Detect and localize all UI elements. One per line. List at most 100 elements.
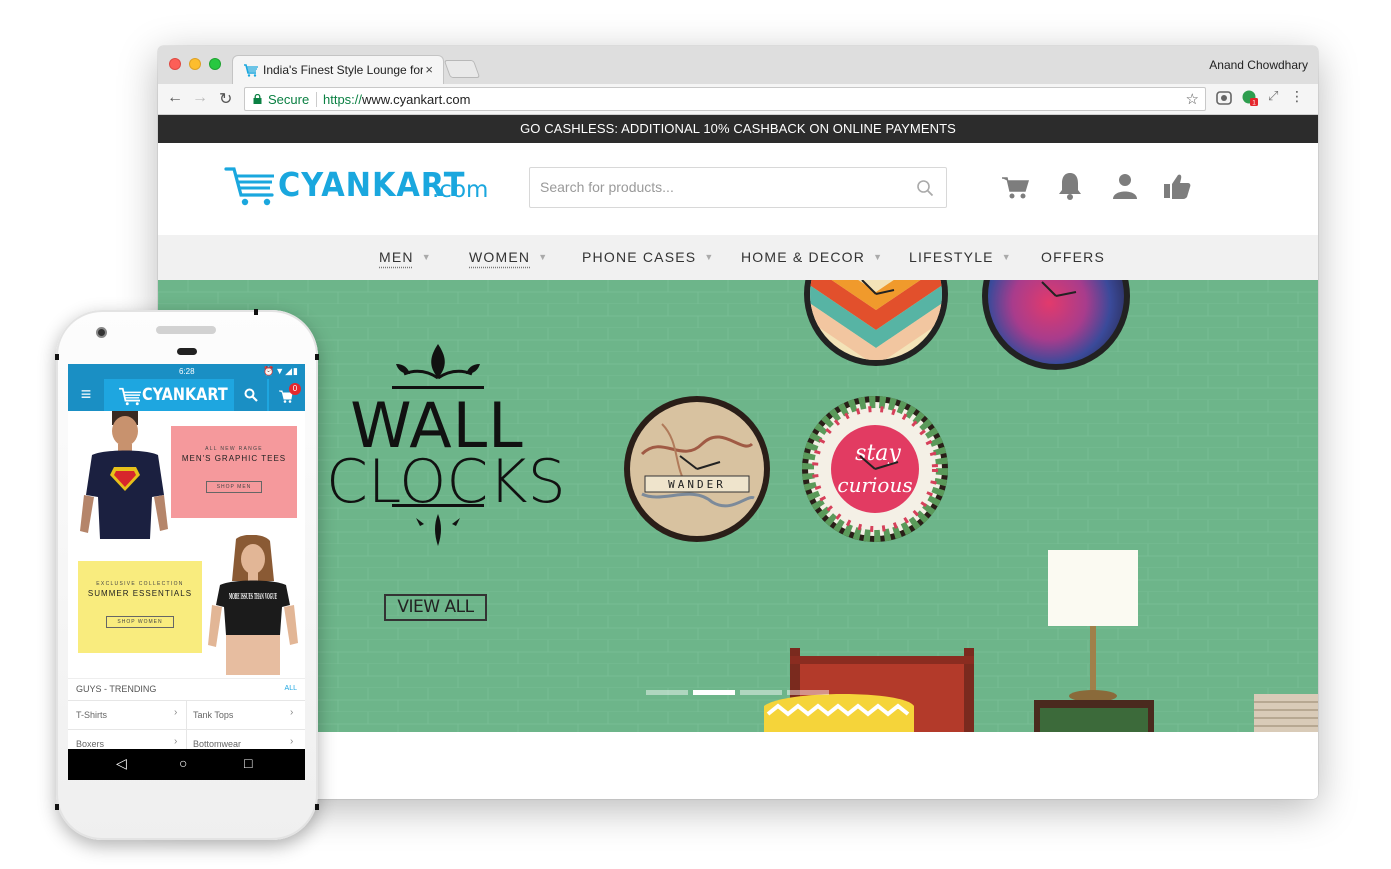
summer-essentials-banner[interactable]: EXCLUSIVE COLLECTION SUMMER ESSENTIALS S… <box>78 561 202 653</box>
mobile-logo[interactable]: CYANKART <box>118 383 228 407</box>
men-tee-model-image[interactable] <box>78 411 170 539</box>
banner-kicker: EXCLUSIVE COLLECTION <box>96 581 184 587</box>
search-icon <box>244 388 258 402</box>
trending-section-header: GUYS - TRENDING ALL <box>68 678 305 700</box>
back-triangle-icon[interactable]: ◁ <box>116 755 127 772</box>
slider-dot[interactable] <box>787 690 829 695</box>
leaf-ornament-icon <box>392 344 484 389</box>
nav-item-home-decor[interactable]: HOME & DECOR ▼ <box>741 249 883 265</box>
tab-title: India's Finest Style Lounge for <box>263 63 423 77</box>
chevron-down-icon: ▼ <box>421 252 432 262</box>
profile-name[interactable]: Anand Chowdhary <box>1209 58 1308 72</box>
search-icon[interactable] <box>916 179 934 197</box>
side-rug-decor <box>1254 694 1318 732</box>
banner-kicker: ALL NEW RANGE <box>205 446 263 452</box>
section-title: GUYS - TRENDING <box>76 684 157 694</box>
view-all-link[interactable]: ALL <box>285 685 297 692</box>
category-link-tshirts[interactable]: T-Shirts <box>76 710 107 720</box>
earpiece-speaker <box>156 326 216 334</box>
slider-dot[interactable] <box>740 690 782 695</box>
fullscreen-icon[interactable]: ⤢ <box>1268 88 1284 104</box>
url-text: https://www.cyankart.com <box>323 92 470 107</box>
phone-antenna-line <box>254 309 258 315</box>
view-all-button[interactable]: VIEW ALL <box>384 594 487 621</box>
nav-label: OFFERS <box>1041 249 1105 265</box>
cart-icon[interactable] <box>1000 171 1030 201</box>
status-icons: ⏰▼◢▮ <box>263 366 299 376</box>
secure-label: Secure <box>268 92 310 107</box>
mobile-search-button[interactable] <box>234 379 267 411</box>
browser-window: India's Finest Style Lounge for × Anand … <box>158 46 1318 799</box>
address-divider <box>316 92 317 107</box>
chevron-right-icon: › <box>290 736 294 747</box>
search-box <box>529 167 947 208</box>
reload-icon[interactable]: ↻ <box>219 89 232 109</box>
nav-label: LIFESTYLE <box>909 249 994 265</box>
logo-suffix: .com <box>432 177 489 203</box>
thumbs-up-icon[interactable] <box>1162 171 1192 201</box>
proximity-sensor <box>177 348 197 355</box>
browser-tab[interactable]: India's Finest Style Lounge for × <box>232 55 444 85</box>
phone-antenna-line <box>315 354 319 360</box>
back-arrow-icon[interactable]: ← <box>167 89 183 107</box>
chevron-down-icon: ▼ <box>873 252 884 262</box>
tee-print-text: MORE ISSUES THAN VOGUE <box>229 591 277 601</box>
minimize-window-button[interactable] <box>189 58 201 70</box>
table-lamp-decor <box>1034 550 1154 732</box>
home-circle-icon[interactable]: ○ <box>179 755 187 771</box>
lock-icon <box>253 94 262 104</box>
hero-title-line1: WALL <box>350 389 524 462</box>
shop-women-button[interactable]: SHOP WOMEN <box>106 616 174 628</box>
phone-antenna-line <box>55 804 59 810</box>
front-camera <box>96 327 107 338</box>
more-menu-icon[interactable]: ⋮ <box>1290 88 1306 104</box>
nav-item-lifestyle[interactable]: LIFESTYLE ▼ <box>909 249 1012 265</box>
slider-dot[interactable] <box>646 690 688 695</box>
bookmark-star-icon[interactable]: ☆ <box>1186 90 1199 108</box>
mens-tees-banner[interactable]: ALL NEW RANGE MEN'S GRAPHIC TEES SHOP ME… <box>171 426 297 518</box>
recents-square-icon[interactable]: □ <box>244 755 252 771</box>
chevron-right-icon: › <box>174 707 178 718</box>
clock-word-curious: curious <box>837 473 912 497</box>
url-host: www.cyankart.com <box>362 92 471 107</box>
new-tab-button[interactable] <box>443 60 481 78</box>
mobile-device: 6:28 ⏰▼◢▮ ≡ CYANKART 0 ALL NEW RANGE MEN… <box>55 309 319 840</box>
site-logo[interactable]: CYANKART .com <box>224 163 488 207</box>
zoom-window-button[interactable] <box>209 58 221 70</box>
close-window-button[interactable] <box>169 58 181 70</box>
women-tee-model-image[interactable]: MORE ISSUES THAN VOGUE <box>208 535 298 675</box>
nav-label: HOME & DECOR <box>741 249 866 265</box>
extension-badge-icon[interactable]: 1 <box>1242 90 1258 106</box>
forward-arrow-icon[interactable]: → <box>192 89 208 107</box>
chevron-right-icon: › <box>290 707 294 718</box>
chevron-down-icon: ▼ <box>704 252 715 262</box>
svg-text:1: 1 <box>1252 100 1256 107</box>
slider-dot-active[interactable] <box>693 690 735 695</box>
chevron-down-icon: ▼ <box>1001 252 1012 262</box>
clock-word-wander: WANDER <box>668 478 726 491</box>
search-input[interactable] <box>540 179 900 195</box>
category-link-boxers[interactable]: Boxers <box>76 739 104 749</box>
extension-camera-icon[interactable] <box>1216 90 1232 106</box>
shop-men-button[interactable]: SHOP MEN <box>205 481 263 493</box>
site-header: CYANKART .com <box>158 143 1318 235</box>
tab-close-icon[interactable]: × <box>425 62 433 77</box>
mobile-cart-button[interactable]: 0 <box>269 379 305 411</box>
user-icon[interactable] <box>1110 171 1140 201</box>
hero-slider[interactable]: WALL CLOCKS VIEW ALL WANDER stay curious <box>158 280 1318 732</box>
browser-toolbar: ← → ↻ Secure https://www.cyankart.com ☆ <box>158 84 1318 115</box>
nav-item-offers[interactable]: OFFERS <box>1041 249 1105 265</box>
cart-logo-icon <box>224 167 274 206</box>
banner-heading: SUMMER ESSENTIALS <box>87 589 193 598</box>
address-bar[interactable]: Secure https://www.cyankart.com ☆ <box>244 87 1206 111</box>
hamburger-menu-icon[interactable]: ≡ <box>68 379 104 411</box>
category-link-tank-tops[interactable]: Tank Tops <box>193 710 233 720</box>
map-wall-clock: WANDER <box>624 396 770 542</box>
android-nav-bar: ◁ ○ □ <box>68 749 305 780</box>
category-link-bottomwear[interactable]: Bottomwear <box>193 739 241 749</box>
nav-item-men[interactable]: MEN ▼ <box>379 249 432 265</box>
bell-icon[interactable] <box>1055 171 1085 201</box>
nav-item-women[interactable]: WOMEN ▼ <box>469 249 548 265</box>
nav-label: MEN <box>379 249 414 265</box>
nav-item-phone-cases[interactable]: PHONE CASES ▼ <box>582 249 714 265</box>
